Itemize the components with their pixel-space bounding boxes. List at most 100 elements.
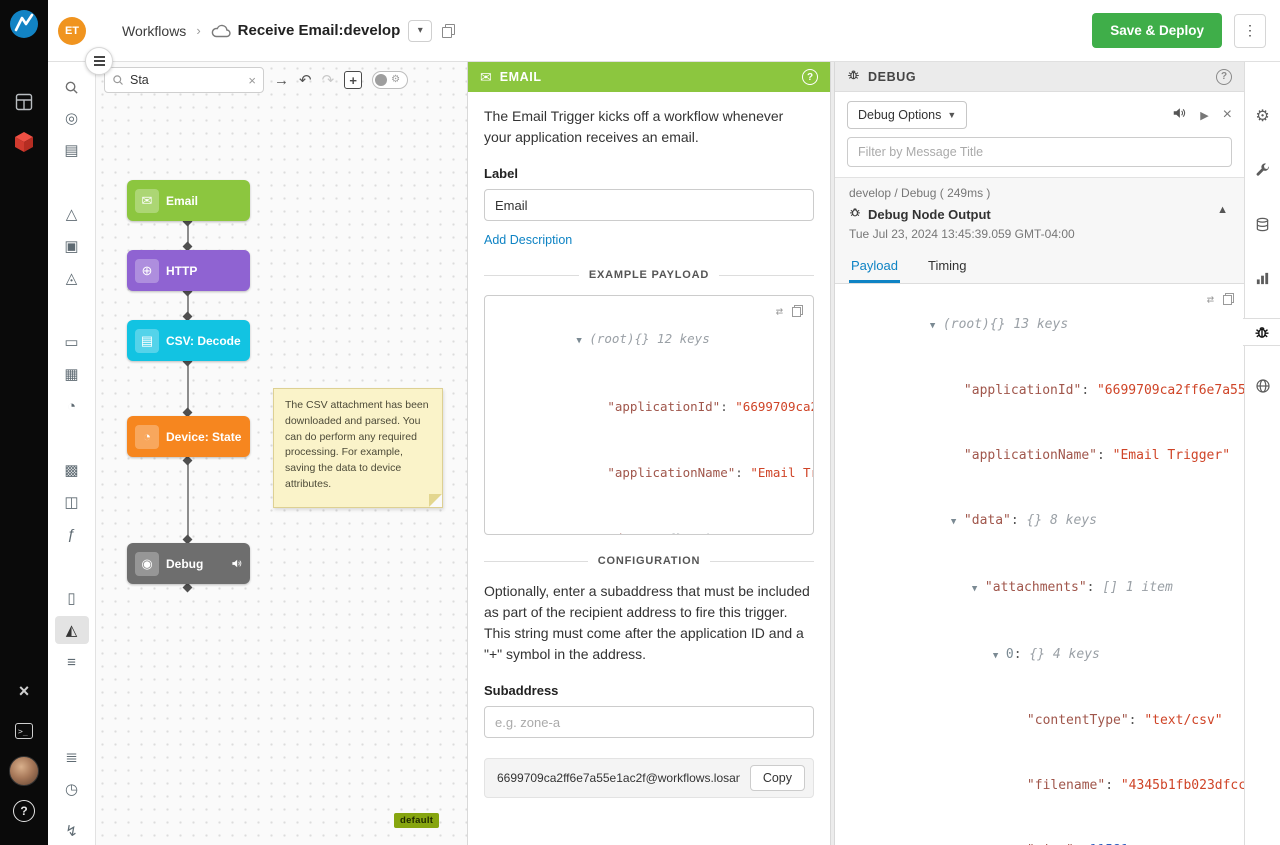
- filter-messages-input[interactable]: [847, 137, 1232, 167]
- globe-icon[interactable]: [1245, 372, 1280, 400]
- node-label: CSV: Decode: [166, 334, 242, 348]
- palette-category-icon[interactable]: ◔: [55, 392, 89, 420]
- node-search-box: ×: [104, 67, 264, 93]
- palette-search-icon[interactable]: [64, 80, 79, 100]
- debug-tab[interactable]: Timing: [926, 251, 969, 283]
- mute-debug-icon[interactable]: [1172, 106, 1186, 125]
- configuration-text: Optionally, enter a subaddress that must…: [484, 581, 814, 665]
- clear-search-icon[interactable]: ×: [248, 73, 256, 88]
- sticky-note[interactable]: The CSV attachment has been downloaded a…: [273, 388, 443, 508]
- workflow-node[interactable]: Debug: [127, 543, 250, 584]
- debug-panel: DEBUG ? Debug Options▼ ▶ × develop / Deb…: [835, 62, 1244, 845]
- label-input[interactable]: [484, 189, 814, 221]
- debug-controls: Debug Options▼ ▶ ×: [835, 92, 1244, 129]
- palette-category-icon[interactable]: ◷: [55, 775, 89, 803]
- palette-category-icon[interactable]: ≡: [55, 648, 89, 676]
- json-row: "applicationName": "Email Trigger": [485, 440, 813, 506]
- workflow-canvas[interactable]: Email HTTP CSV: Decode: [96, 62, 467, 845]
- copy-workflow-icon[interactable]: [442, 24, 455, 38]
- expander-icon[interactable]: [972, 579, 985, 601]
- integrations-icon[interactable]: ×: [0, 671, 48, 711]
- workflow-node[interactable]: HTTP: [127, 250, 250, 291]
- breadcrumb-workflows[interactable]: Workflows: [122, 23, 186, 39]
- debug-message-header[interactable]: develop / Debug ( 249ms ) Debug Node Out…: [835, 178, 1244, 284]
- node-label: Email: [166, 194, 242, 208]
- copy-json-icon[interactable]: [1223, 293, 1234, 305]
- expander-icon[interactable]: [576, 330, 589, 352]
- zoom-fit-button[interactable]: +: [344, 71, 362, 89]
- next-result-button[interactable]: →: [274, 72, 289, 89]
- gear-icon[interactable]: ⚙: [1245, 102, 1280, 130]
- palette-category-icon[interactable]: ▦: [55, 360, 89, 388]
- json-value: {} 13 keys: [990, 317, 1068, 332]
- copy-address-button[interactable]: Copy: [750, 765, 805, 791]
- database-icon[interactable]: [1245, 210, 1280, 238]
- user-avatar[interactable]: [0, 751, 48, 791]
- org-avatar[interactable]: ET: [58, 17, 86, 45]
- palette-category-icon[interactable]: ƒ: [55, 520, 89, 548]
- debug-message-source: develop / Debug ( 249ms ): [849, 186, 1230, 200]
- more-options-button[interactable]: ⋮: [1234, 14, 1266, 48]
- losant-logo-icon[interactable]: [8, 8, 40, 40]
- debug-tab[interactable]: Payload: [849, 251, 900, 283]
- help-icon[interactable]: ?: [0, 791, 48, 831]
- palette-category-icon[interactable]: ▤: [55, 136, 89, 164]
- palette-category-icon[interactable]: ▭: [55, 328, 89, 356]
- wrench-icon[interactable]: [1245, 156, 1280, 184]
- help-circle-icon[interactable]: ?: [802, 69, 818, 85]
- json-value: "6699709ca2ff6e7a55e1ac2f": [1097, 383, 1244, 398]
- workflow-node[interactable]: Device: State: [127, 416, 250, 457]
- expander-icon[interactable]: [594, 530, 607, 535]
- palette-category-icon[interactable]: ◫: [55, 488, 89, 516]
- header-actions: Save & Deploy ⋮: [1092, 13, 1266, 48]
- chart-icon[interactable]: [1245, 264, 1280, 292]
- save-deploy-button[interactable]: Save & Deploy: [1092, 13, 1222, 48]
- workflow-node[interactable]: Email: [127, 180, 250, 221]
- workflow-node[interactable]: CSV: Decode: [127, 320, 250, 361]
- json-key: "data": [964, 513, 1011, 528]
- expand-tree-icon[interactable]: ⇄: [776, 305, 783, 317]
- debug-options-button[interactable]: Debug Options▼: [847, 101, 967, 129]
- close-debug-icon[interactable]: ×: [1223, 107, 1232, 123]
- right-tool-strip: ⚙: [1244, 62, 1280, 845]
- palette-category-icon[interactable]: ◭: [55, 616, 89, 644]
- palette-category-icon[interactable]: △: [55, 200, 89, 228]
- expander-icon[interactable]: [930, 316, 943, 338]
- version-dropdown-button[interactable]: ▾: [408, 20, 432, 42]
- palette-category-icon[interactable]: ▯: [55, 584, 89, 612]
- json-colon: :: [720, 399, 735, 414]
- json-key: "contentType": [1027, 713, 1129, 728]
- add-description-link[interactable]: Add Description: [484, 233, 572, 247]
- palette-menu-button[interactable]: [85, 47, 113, 75]
- resume-debug-icon[interactable]: ▶: [1200, 109, 1208, 122]
- palette-category-icon[interactable]: ≣: [55, 743, 89, 771]
- breadcrumb-separator: ›: [196, 23, 200, 38]
- help-circle-icon[interactable]: ?: [1216, 69, 1232, 85]
- bug-icon: [849, 205, 861, 223]
- node-icon: [135, 259, 159, 283]
- expander-icon[interactable]: [951, 512, 964, 534]
- palette-category-icon[interactable]: ↯: [55, 817, 89, 845]
- debug-message-title: Debug Node Output: [868, 207, 991, 222]
- palette-category-icon[interactable]: ▩: [55, 456, 89, 484]
- expander-icon[interactable]: [993, 646, 1006, 668]
- undo-button[interactable]: ↶: [299, 71, 312, 89]
- subaddress-input[interactable]: [484, 706, 814, 738]
- redo-button[interactable]: ↷: [322, 71, 335, 89]
- expand-tree-icon[interactable]: ⇄: [1207, 293, 1214, 305]
- canvas-settings-toggle[interactable]: ⚙: [372, 71, 408, 89]
- json-colon: :: [1011, 513, 1027, 528]
- palette-category-icon[interactable]: ◎: [55, 104, 89, 132]
- json-row: "attachments": [] 1 item: [835, 555, 1244, 622]
- palette-category-icon[interactable]: ▣: [55, 232, 89, 260]
- node-search-input[interactable]: [130, 73, 242, 87]
- debug-control-icons: ▶ ×: [1172, 106, 1232, 125]
- application-cube-icon[interactable]: [0, 122, 48, 162]
- canvas-toolbar: × → ↶ ↷ + ⚙: [104, 67, 408, 93]
- debug-strip-icon[interactable]: [1243, 318, 1280, 346]
- dashboards-icon[interactable]: [0, 82, 48, 122]
- copy-json-icon[interactable]: [792, 305, 803, 317]
- palette-category-icon[interactable]: ◬: [55, 264, 89, 292]
- collapse-message-icon[interactable]: ▲: [1217, 204, 1228, 216]
- console-icon[interactable]: >_: [0, 711, 48, 751]
